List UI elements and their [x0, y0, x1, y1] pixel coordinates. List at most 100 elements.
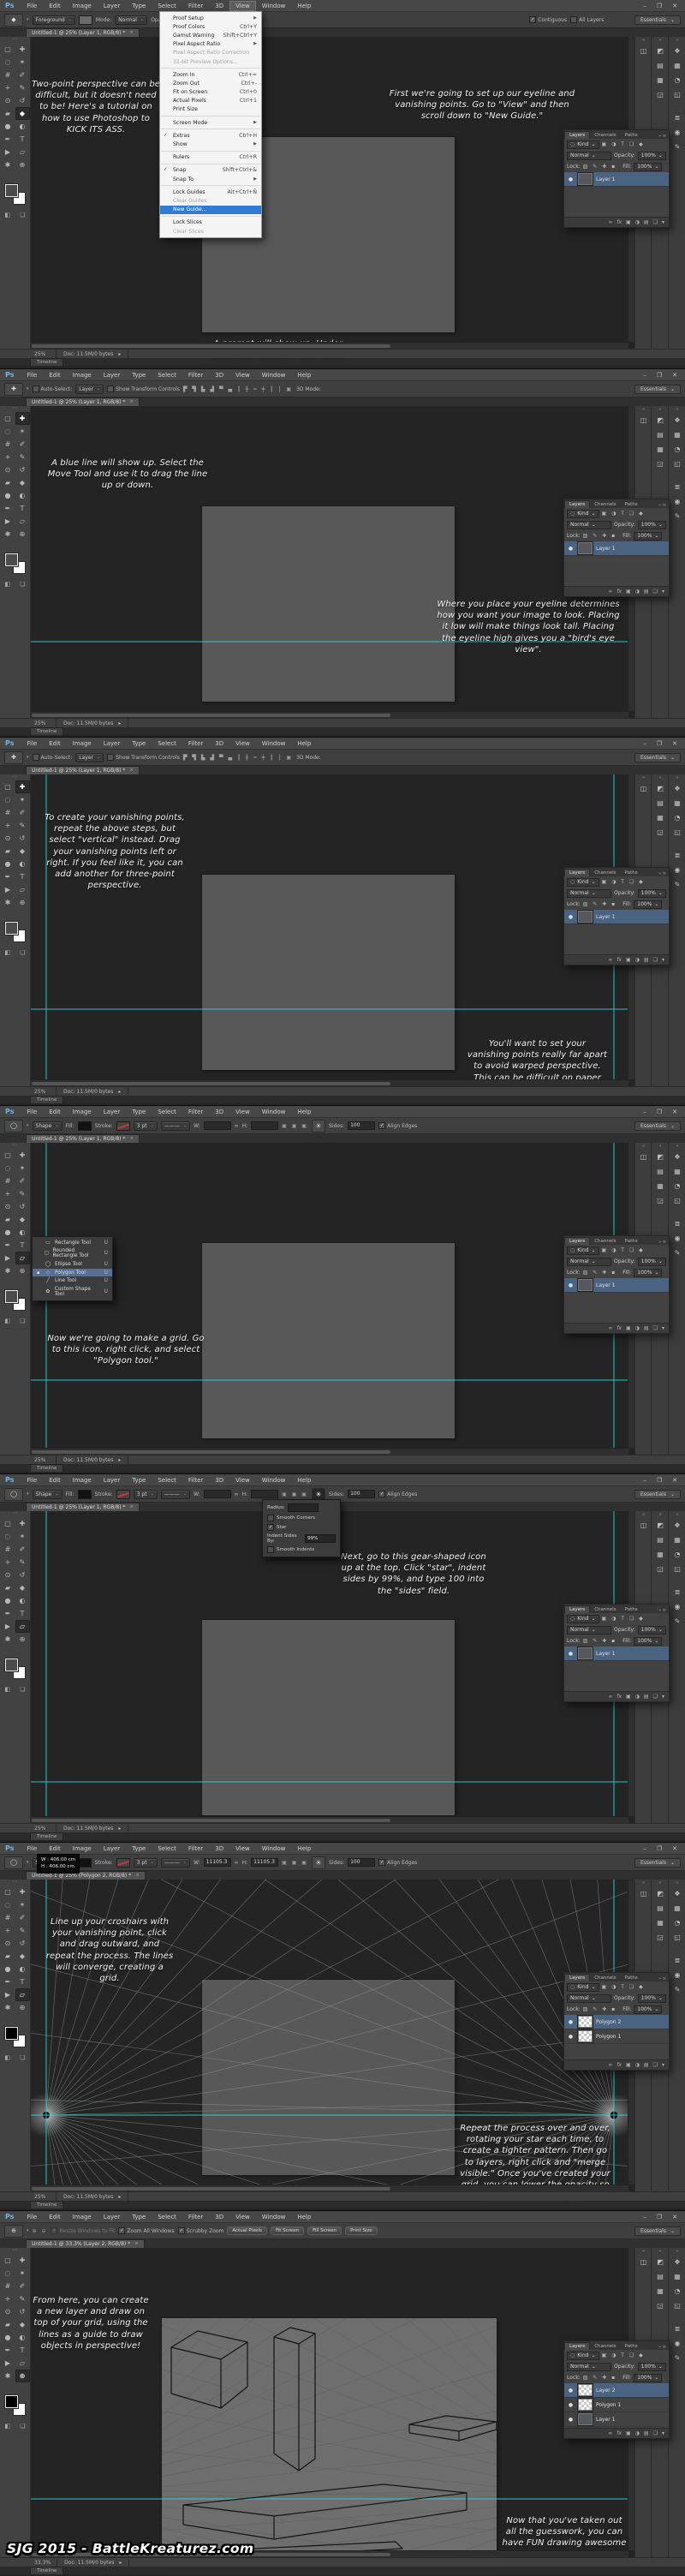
history-brush-tool[interactable]: ↺ [15, 832, 30, 845]
indent-sides-field[interactable]: 99% [305, 1534, 336, 1543]
menu-file[interactable]: File [21, 1844, 43, 1854]
crop-tool[interactable]: # [1, 1911, 15, 1924]
tool-preset-caret[interactable]: ▾ [27, 1860, 29, 1865]
blend-mode-select[interactable]: Normal ⌄ [567, 1625, 611, 1635]
layer-visibility-icon[interactable]: ● [567, 914, 575, 920]
scrubby-zoom-checkbox[interactable]: ✓ Scrubby Zoom [177, 2227, 223, 2234]
sides-field[interactable]: 100 [348, 1490, 376, 1498]
adjustments-panel-icon[interactable]: ◩ [652, 1150, 669, 1164]
clone-source-panel-icon[interactable]: ◱ [669, 1562, 685, 1576]
eraser-tool[interactable]: ▰ [1, 1950, 15, 1963]
menu-filter[interactable]: Filter [182, 1, 209, 11]
menu-window[interactable]: Window [256, 2212, 292, 2222]
align-edges-checkbox[interactable]: ✓ Align Edges [378, 1859, 417, 1866]
crop-tool[interactable]: # [1, 1174, 15, 1187]
channels-panel-icon[interactable]: ◉ [669, 1231, 685, 1246]
menu-layer[interactable]: Layer [98, 370, 127, 380]
lock-icons[interactable]: ▨ ✎ ✚ ▪ [583, 901, 617, 907]
path-operation-buttons[interactable]: ▣ ▣ ▣ [282, 1491, 308, 1497]
type-tool[interactable]: T [15, 502, 30, 515]
layers-panel-tab-layers[interactable]: Layers [564, 2342, 591, 2350]
paths-panel-icon[interactable]: ✎ [669, 1614, 685, 1629]
layer-row[interactable]: ● Layer 1 [564, 1647, 669, 1661]
menu-3d[interactable]: 3D [209, 1844, 229, 1854]
move-tool[interactable]: ✚ [15, 2254, 30, 2267]
menu-type[interactable]: Type [126, 1475, 152, 1485]
adjustment-layer-icon[interactable]: ◑ [635, 1694, 640, 1700]
tool-preset-caret[interactable]: ▾ [27, 386, 29, 391]
clone-source-panel-icon[interactable]: ◱ [669, 1193, 685, 1208]
restore-button[interactable]: ❐ [657, 3, 662, 9]
status-flyout-arrow-icon[interactable]: ▸ [118, 1457, 121, 1463]
layers-panel-tab-channels[interactable]: Channels [590, 501, 620, 508]
eyedropper-tool[interactable]: ✐ [15, 1174, 30, 1187]
auto-select-checkbox[interactable]: Auto-Select: [32, 754, 72, 761]
channels-panel-icon[interactable]: ◉ [669, 1968, 685, 1982]
color-panel-icon[interactable]: ❖ [669, 413, 685, 427]
lasso-tool[interactable]: ◌ [1, 425, 15, 438]
restore-button[interactable]: ❐ [657, 1845, 662, 1852]
paths-panel-icon[interactable]: ✎ [669, 1982, 685, 1997]
menu-3d[interactable]: 3D [209, 1107, 229, 1117]
pen-tool[interactable]: ✒ [1, 1607, 15, 1620]
menu-layer[interactable]: Layer [98, 2212, 127, 2222]
menu-layer[interactable]: Layer [98, 738, 127, 749]
workspace-switcher[interactable]: Essentials ⌄ [634, 15, 681, 25]
workspace-switcher[interactable]: Essentials ⌄ [634, 2226, 681, 2236]
zoom-level-field[interactable]: 25% [34, 1457, 50, 1463]
horizontal-scrollbar[interactable] [30, 342, 628, 349]
minimize-button[interactable]: – [643, 372, 646, 379]
layer-effects-icon[interactable]: fx [616, 2062, 622, 2068]
layer-row[interactable]: ● Polygon 1 [564, 2029, 669, 2044]
menu-select[interactable]: Select [152, 1844, 182, 1854]
crop-tool[interactable]: # [1, 2280, 15, 2292]
magic-wand-tool[interactable]: ✶ [15, 56, 30, 69]
histogram-panel-icon[interactable]: ▦ [669, 2269, 685, 2284]
channels-panel-icon[interactable]: ◉ [669, 125, 685, 140]
dodge-tool[interactable]: ◐ [15, 120, 30, 133]
dodge-tool[interactable]: ◐ [15, 858, 30, 870]
tool-mode-select[interactable]: Shape⌄ [32, 1489, 63, 1499]
menu-window[interactable]: Window [256, 370, 292, 380]
menu-item-snap[interactable]: ✓ Snap Shift+Ctrl+& [160, 166, 261, 175]
timeline-tab[interactable]: Timeline [30, 2567, 64, 2574]
foreground-color-swatch[interactable] [4, 183, 19, 198]
toolbar-collapse-handle[interactable]: ⋯ [0, 1143, 30, 1149]
scrollbar-thumb[interactable] [32, 1818, 391, 1822]
foreground-color-swatch[interactable] [4, 2394, 19, 2409]
menu-help[interactable]: Help [291, 1, 317, 11]
layer-mask-icon[interactable]: ▣ [626, 219, 631, 225]
layers-panel-tab-layers[interactable]: Layers [564, 131, 591, 139]
menu-image[interactable]: Image [67, 370, 98, 380]
layer-visibility-icon[interactable]: ● [567, 2388, 575, 2394]
layers-panel-tab-layers[interactable]: Layers [564, 1237, 591, 1245]
horizontal-scrollbar[interactable] [30, 1079, 628, 1086]
lasso-tool[interactable]: ◌ [1, 1530, 15, 1543]
paths-panel-icon[interactable]: ✎ [669, 877, 685, 892]
layers-panel-tab-paths[interactable]: Paths [621, 132, 642, 139]
histogram-panel-icon[interactable]: ▦ [669, 58, 685, 73]
ellipse-tool-item[interactable]: ◯ Ellipse Tool U [33, 1260, 112, 1269]
brush-tool[interactable]: ✎ [15, 2292, 30, 2305]
stroke-type-select[interactable]: ——— ⌄ [160, 1121, 190, 1131]
collapse-panels-icon[interactable]: « [642, 1143, 645, 1150]
restore-button[interactable]: ❐ [657, 372, 662, 379]
brush-tool[interactable]: ✎ [15, 451, 30, 463]
menu-view[interactable]: View [229, 1475, 256, 1485]
hand-tool[interactable]: ✱ [1, 896, 15, 909]
layer-row[interactable]: ● Layer 1 [564, 172, 669, 187]
eraser-tool[interactable]: ▰ [1, 2318, 15, 2331]
workspace-switcher[interactable]: Essentials ⌄ [634, 384, 681, 394]
clone-source-panel-icon[interactable]: ◱ [669, 825, 685, 840]
brush-tool[interactable]: ✎ [15, 81, 30, 94]
quick-mask-button[interactable]: ◧ [5, 2054, 11, 2061]
blend-mode-select[interactable]: Normal ⌄ [567, 1993, 611, 2003]
paint-bucket-tool-icon[interactable]: ◆ [4, 13, 23, 27]
adjustments-panel-icon[interactable]: ◩ [652, 44, 669, 58]
path-selection-tool[interactable]: ▶ [1, 515, 15, 528]
line-tool-item[interactable]: ╱ Line Tool U [33, 1276, 112, 1285]
menu-type[interactable]: Type [126, 1107, 152, 1117]
zoom-in-out-buttons[interactable]: ⊕ ⊖ [33, 2228, 48, 2234]
layer-filter-icons[interactable]: ▣ ◑ T ❏ ◆ [602, 2352, 645, 2358]
hand-tool[interactable]: ✱ [1, 1264, 15, 1277]
